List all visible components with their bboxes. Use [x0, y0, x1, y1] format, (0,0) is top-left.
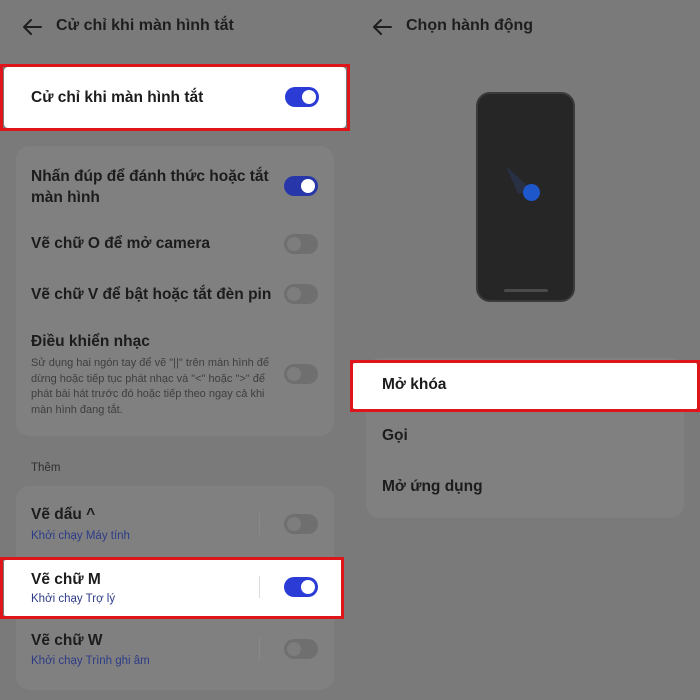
back-arrow-icon[interactable] — [372, 18, 392, 36]
highlight-box — [0, 557, 344, 619]
more-item-label: Vẽ chữ W — [31, 632, 103, 649]
divider — [259, 638, 260, 660]
caret-toggle[interactable] — [284, 514, 318, 534]
gesture-label: Vẽ chữ O để mở camera — [31, 235, 211, 252]
touch-point-icon — [523, 184, 540, 201]
divider — [259, 513, 260, 535]
highlight-box — [350, 360, 700, 412]
gesture-settings-panel: Cử chỉ khi màn hình tắt Cử chỉ khi màn h… — [0, 0, 350, 700]
more-item-sub: Khởi chạy Trình ghi âm — [31, 655, 150, 667]
page-title: Chọn hành động — [406, 17, 534, 34]
gesture-description: Sử dụng hai ngón tay để vẽ "||" trên màn… — [31, 357, 269, 416]
action-label: Gọi — [382, 427, 408, 444]
draw-o-toggle[interactable] — [284, 234, 318, 254]
draw-v-toggle[interactable] — [284, 284, 318, 304]
w-toggle[interactable] — [284, 639, 318, 659]
choose-action-panel: Chọn hành động Gọi Mở ứng dụng Mở khóa — [350, 0, 700, 700]
gestures-card: Nhấn đúp để đánh thức hoặc tắt màn hình … — [16, 146, 334, 436]
highlight-box — [0, 64, 350, 131]
header: Cử chỉ khi màn hình tắt — [0, 0, 350, 56]
action-label: Mở ứng dụng — [382, 478, 483, 495]
gesture-label: Điều khiển nhạc — [31, 333, 150, 350]
page-title: Cử chỉ khi màn hình tắt — [56, 17, 234, 34]
more-item-label: Vẽ dấu ^ — [31, 506, 96, 523]
more-item-sub: Khởi chạy Máy tính — [31, 530, 130, 542]
gesture-label: Vẽ chữ V để bật hoặc tắt đèn pin — [31, 286, 272, 303]
home-indicator — [504, 289, 548, 292]
phone-preview-illustration — [476, 92, 575, 302]
back-arrow-icon[interactable] — [22, 18, 42, 36]
section-label-more: Thêm — [31, 462, 61, 474]
music-toggle[interactable] — [284, 364, 318, 384]
gesture-label: Nhấn đúp để đánh thức hoặc tắt màn hình — [31, 168, 269, 206]
double-tap-toggle[interactable] — [284, 176, 318, 196]
header: Chọn hành động — [350, 0, 700, 56]
